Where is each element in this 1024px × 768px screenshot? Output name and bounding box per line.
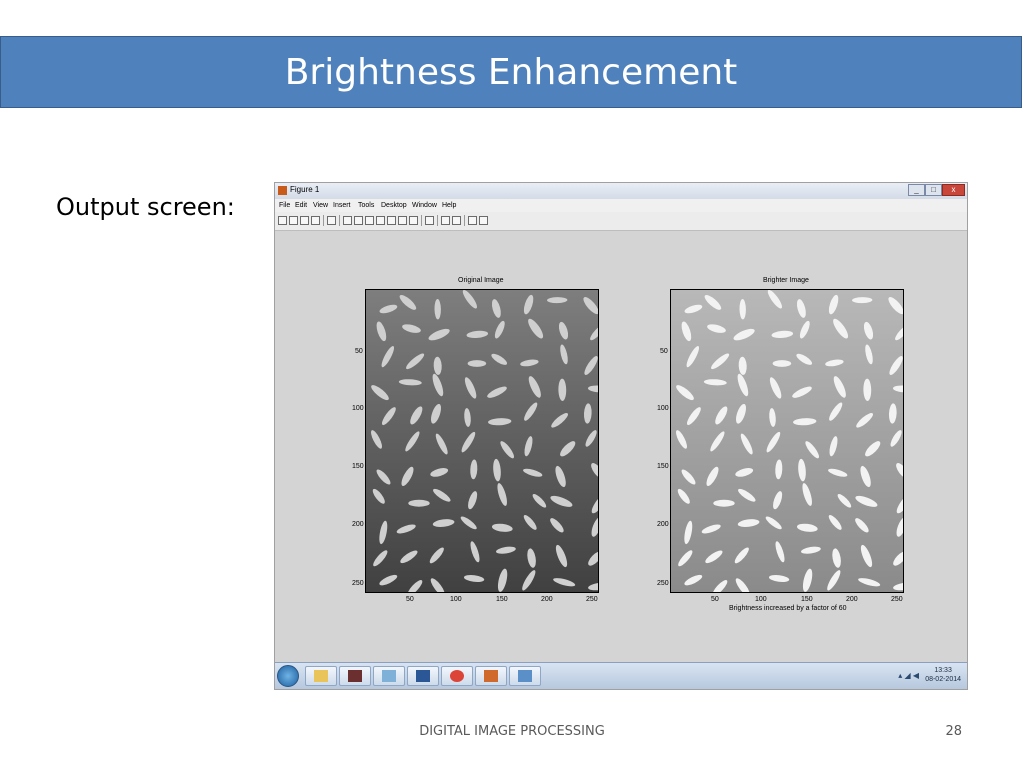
minimize-button[interactable]: _	[908, 184, 925, 196]
left-xtick: 50	[406, 596, 414, 603]
file-explorer-icon[interactable]	[305, 666, 337, 686]
toolbar-separator	[464, 215, 465, 226]
close-button[interactable]: x	[942, 184, 965, 196]
show-icon[interactable]	[468, 216, 477, 225]
word-icon[interactable]	[407, 666, 439, 686]
right-xtick: 150	[801, 596, 813, 603]
left-xtick: 200	[541, 596, 553, 603]
left-xtick: 100	[450, 596, 462, 603]
rice-grain	[713, 499, 735, 507]
right-ytick: 250	[657, 580, 669, 587]
dock-icon[interactable]	[479, 216, 488, 225]
left-ytick: 50	[355, 348, 363, 355]
menu-insert[interactable]: Insert	[333, 202, 351, 209]
remote-desktop-icon[interactable]	[509, 666, 541, 686]
rotate-icon[interactable]	[376, 216, 385, 225]
right-ytick: 200	[657, 521, 669, 528]
clock[interactable]: 13:33 08-02-2014	[925, 666, 961, 684]
open-icon[interactable]	[289, 216, 298, 225]
page-number: 28	[945, 724, 962, 739]
chrome-icon[interactable]	[441, 666, 473, 686]
menu-file[interactable]: File	[279, 202, 290, 209]
clock-date: 08-02-2014	[925, 676, 961, 683]
original-image	[366, 290, 598, 592]
menu-tools[interactable]: Tools	[358, 202, 374, 209]
matlab-figure-icon	[278, 186, 287, 195]
right-ytick: 50	[660, 348, 668, 355]
toolbar-separator	[437, 215, 438, 226]
left-xtick: 150	[496, 596, 508, 603]
menu-view[interactable]: View	[313, 202, 328, 209]
window-title-bar[interactable]: Figure 1 _ □ x	[275, 183, 967, 199]
right-xtick: 50	[711, 596, 719, 603]
menu-bar: File Edit View Insert Tools Desktop Wind…	[275, 199, 967, 212]
matlab-icon[interactable]	[475, 666, 507, 686]
pan-icon[interactable]	[365, 216, 374, 225]
clock-time: 13:33	[934, 667, 952, 674]
windows-start-icon[interactable]	[277, 665, 299, 687]
window-title: Figure 1	[290, 185, 320, 194]
left-plot-title: Original Image	[458, 277, 504, 284]
brush-icon[interactable]	[398, 216, 407, 225]
toolbar-separator	[323, 215, 324, 226]
right-xtick: 250	[891, 596, 903, 603]
figure-toolbar	[275, 212, 967, 231]
hide-icon[interactable]	[452, 216, 461, 225]
menu-desktop[interactable]: Desktop	[381, 202, 407, 209]
slide-footer: DIGITAL IMAGE PROCESSING	[419, 724, 605, 739]
menu-edit[interactable]: Edit	[295, 202, 307, 209]
figure-window-screenshot: Figure 1 _ □ x File Edit View Insert Too…	[274, 182, 968, 690]
left-ytick: 200	[352, 521, 364, 528]
brighter-image	[671, 290, 903, 592]
system-tray-icons[interactable]: ▴ ◢ ◀	[898, 671, 919, 680]
right-ytick: 100	[657, 405, 669, 412]
zoom-out-icon[interactable]	[354, 216, 363, 225]
new-icon[interactable]	[278, 216, 287, 225]
menu-help[interactable]: Help	[442, 202, 456, 209]
maximize-button[interactable]: □	[925, 184, 942, 196]
pointer-icon[interactable]	[327, 216, 336, 225]
toolbar-separator	[421, 215, 422, 226]
left-ytick: 100	[352, 405, 364, 412]
notepad-icon[interactable]	[373, 666, 405, 686]
slide-title-bar: Brightness Enhancement	[0, 36, 1022, 108]
left-ytick: 250	[352, 580, 364, 587]
save-icon[interactable]	[300, 216, 309, 225]
link-icon[interactable]	[409, 216, 418, 225]
zoom-in-icon[interactable]	[343, 216, 352, 225]
right-xtick: 100	[755, 596, 767, 603]
left-ytick: 150	[352, 463, 364, 470]
colorbar-icon[interactable]	[425, 216, 434, 225]
rice-grain	[772, 360, 792, 367]
media-player-icon[interactable]	[339, 666, 371, 686]
print-icon[interactable]	[311, 216, 320, 225]
windows-taskbar: ▴ ◢ ◀ 13:33 08-02-2014	[275, 662, 967, 689]
right-ytick: 150	[657, 463, 669, 470]
original-image-axes[interactable]	[365, 289, 599, 593]
brighter-image-axes[interactable]	[670, 289, 904, 593]
toolbar-separator	[339, 215, 340, 226]
right-xtick: 200	[846, 596, 858, 603]
right-xlabel: Brightness increased by a factor of 60	[729, 605, 847, 612]
rice-grain	[408, 499, 430, 507]
slide-title: Brightness Enhancement	[284, 51, 738, 93]
output-screen-label: Output screen:	[56, 193, 235, 221]
datacursor-icon[interactable]	[387, 216, 396, 225]
rice-grain	[467, 360, 487, 367]
legend-icon[interactable]	[441, 216, 450, 225]
right-plot-title: Brighter Image	[763, 277, 809, 284]
left-xtick: 250	[586, 596, 598, 603]
menu-window[interactable]: Window	[412, 202, 437, 209]
